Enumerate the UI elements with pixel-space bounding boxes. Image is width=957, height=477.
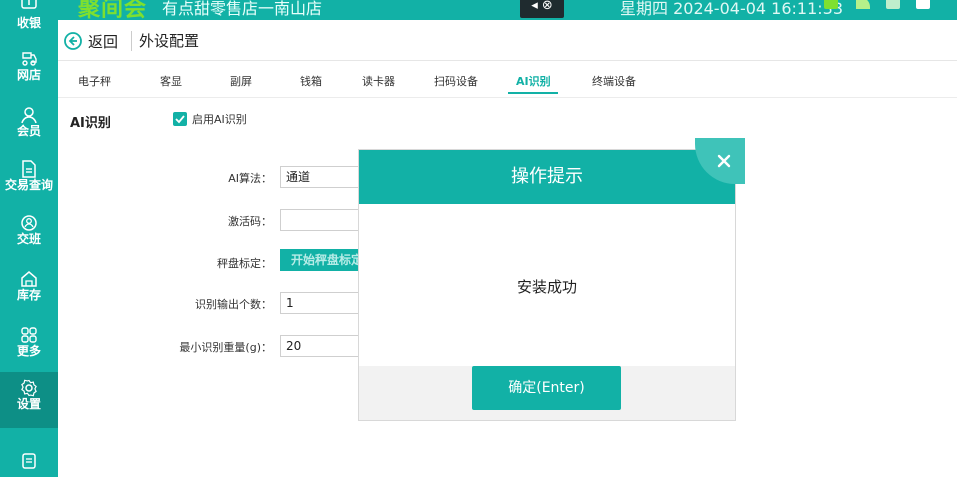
tab-cash-drawer[interactable]: 钱箱 (300, 73, 322, 89)
sidebar: 收银 网店 会员 交易查询 交班 库存 更多 设置 (0, 0, 58, 477)
cashier-icon (21, 0, 37, 9)
online-store-icon (22, 52, 37, 66)
sidebar-item-transaction-query[interactable]: 交易查询 (0, 160, 58, 204)
algorithm-label: AI算法： (228, 172, 272, 185)
sidebar-item-label: 收银 (16, 16, 41, 30)
sidebar-item-label: 会员 (16, 124, 41, 138)
back-label: 返回 (88, 32, 119, 51)
sidebar-item-label: 交班 (16, 232, 41, 246)
sidebar-item-receipt[interactable] (0, 452, 58, 477)
calibration-label: 秤盘标定： (217, 257, 272, 270)
sidebar-item-label: 交易查询 (4, 178, 53, 192)
printer-icon (886, 0, 900, 9)
page-header: 返回 外设配置 (58, 20, 957, 61)
enable-ai-checkbox[interactable]: 启用AI识别 (173, 111, 247, 127)
sidebar-item-member[interactable]: 会员 (0, 106, 58, 150)
member-icon (21, 107, 37, 124)
activation-code-input[interactable] (280, 209, 360, 231)
store-selector[interactable]: 有点甜零售店一南山店 (162, 0, 322, 19)
sidebar-item-label: 网店 (16, 68, 41, 82)
operation-tip-dialog: 操作提示 安装成功 确定(Enter) (358, 138, 745, 421)
tab-terminal-device[interactable]: 终端设备 (592, 73, 636, 89)
checkbox-checked-icon (173, 112, 187, 126)
tab-card-reader[interactable]: 读卡器 (362, 73, 395, 89)
algorithm-select[interactable]: 通道 (280, 166, 360, 188)
dialog-footer: 确定(Enter) (359, 366, 735, 420)
top-bar: 聚间会 有点甜零售店一南山店 ◂ ⊗ 星期四 2024-04-04 16:11:… (0, 0, 957, 20)
shift-handover-icon (21, 215, 37, 231)
receipt-icon (22, 453, 36, 469)
inventory-icon (21, 271, 37, 287)
min-weight-input[interactable]: 20 (280, 335, 360, 357)
enable-ai-label: 启用AI识别 (192, 113, 247, 126)
active-tab-indicator (508, 92, 558, 94)
tab-customer-display[interactable]: 客显 (160, 73, 182, 89)
back-button[interactable]: 返回 (64, 30, 118, 52)
sidebar-item-inventory[interactable]: 库存 (0, 270, 58, 314)
activation-code-label: 激活码： (228, 215, 272, 228)
confirm-button[interactable]: 确定(Enter) (472, 366, 621, 410)
output-count-label: 识别输出个数： (195, 298, 272, 311)
tab-secondary-screen[interactable]: 副屏 (230, 73, 252, 89)
datetime-display: 星期四 2024-04-04 16:11:33 (620, 0, 844, 18)
brand-logo: 聚间会 (78, 0, 148, 20)
settings-icon (21, 379, 37, 397)
device-tabs: 电子秤 客显 副屏 钱箱 读卡器 扫码设备 AI识别 终端设备 (58, 61, 957, 98)
page-title: 外设配置 (139, 32, 200, 50)
dialog-title: 操作提示 (511, 166, 583, 187)
tab-barcode-scanner[interactable]: 扫码设备 (434, 73, 478, 89)
section-title: AI识别 (70, 116, 111, 131)
window-control[interactable]: ◂ ⊗ (520, 0, 564, 18)
sidebar-item-settings[interactable]: 设置 (0, 372, 58, 428)
sidebar-item-shift-handover[interactable]: 交班 (0, 214, 58, 258)
tab-scale[interactable]: 电子秤 (78, 73, 111, 89)
header-divider (131, 31, 132, 51)
close-icon (717, 154, 731, 168)
back-arrow-icon (64, 32, 82, 50)
status-icon (824, 0, 838, 9)
message-icon[interactable] (916, 0, 930, 9)
tab-ai-recognition[interactable]: AI识别 (516, 73, 551, 89)
sidebar-item-cashier[interactable]: 收银 (0, 0, 58, 44)
start-calibration-button[interactable]: 开始秤盘标定 (280, 249, 360, 271)
sidebar-item-label: 库存 (16, 288, 41, 302)
sidebar-item-more[interactable]: 更多 (0, 326, 58, 370)
more-icon (21, 327, 37, 343)
sidebar-item-label: 更多 (16, 344, 41, 358)
wifi-icon (856, 0, 870, 9)
min-weight-label: 最小识别重量(g)： (179, 341, 272, 354)
dialog-message: 安装成功 (516, 278, 577, 296)
dialog-header: 操作提示 (359, 150, 735, 204)
sidebar-item-label: 设置 (16, 397, 41, 411)
transaction-query-icon (22, 160, 36, 178)
output-count-input[interactable]: 1 (280, 292, 360, 314)
sidebar-item-online-store[interactable]: 网店 (0, 50, 58, 94)
